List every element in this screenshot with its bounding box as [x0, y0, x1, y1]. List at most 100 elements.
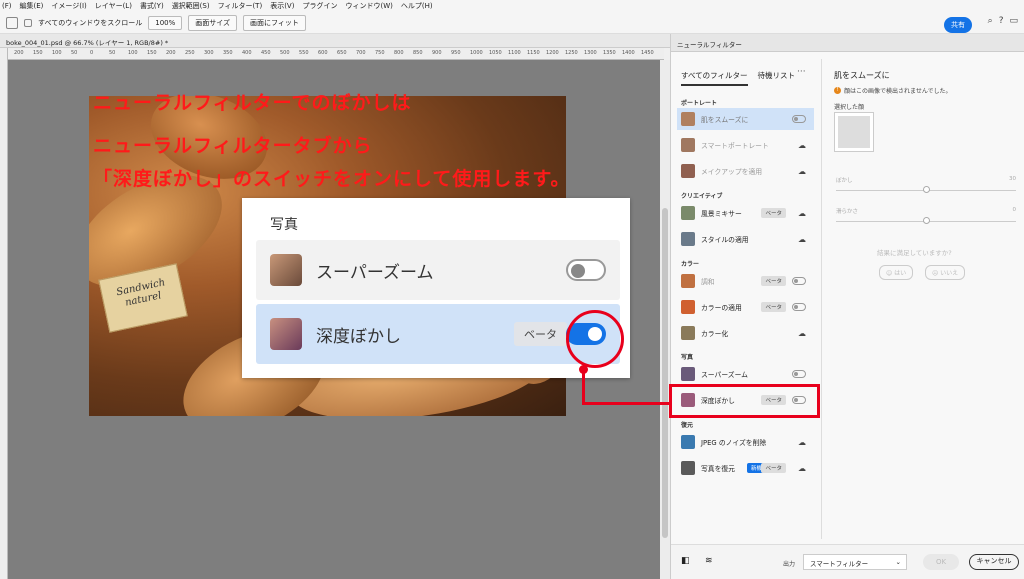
canvas-scrollbar[interactable]	[660, 60, 670, 579]
hand-tool-icon[interactable]	[6, 16, 18, 29]
scroll-all-label: すべてのウィンドウをスクロール	[38, 18, 143, 27]
filter-landscape-mixer[interactable]: 風景ミキサー ベータ ☁	[677, 202, 814, 224]
filter-label: 写真を復元	[701, 465, 735, 473]
filter-colorize[interactable]: カラー化 ☁	[677, 322, 814, 344]
cloud-download-icon[interactable]: ☁	[798, 235, 806, 244]
annotation-line-1: ニューラルフィルターでのぼかしは	[93, 92, 412, 114]
menu-item-window[interactable]: ウィンドウ(W)	[345, 1, 392, 11]
filter-label: JPEG のノイズを削除	[701, 439, 767, 447]
menu-item-layer[interactable]: レイヤー(L)	[95, 1, 132, 11]
super-zoom-toggle[interactable]	[566, 259, 606, 281]
output-value: スマートフィルター	[810, 560, 869, 568]
menu-item-filter[interactable]: フィルター(T)	[218, 1, 263, 11]
category-portrait: ポートレート	[681, 100, 718, 107]
fill-screen-button[interactable]: 画面にフィット	[243, 14, 306, 31]
landscape-thumb-icon	[681, 206, 695, 220]
menu-item-file[interactable]: (F)	[2, 2, 12, 10]
cloud-download-icon[interactable]: ☁	[798, 464, 806, 473]
beta-badge: ベータ	[761, 302, 786, 312]
filter-photo-restoration[interactable]: 写真を復元 新機 ベータ ☁	[677, 457, 814, 479]
filter-skin-smoothing[interactable]: 肌をスムーズに	[677, 108, 814, 130]
ruler-tick-label: 350	[223, 50, 233, 56]
portrait-thumb-icon	[681, 112, 695, 126]
ruler-tick-label: 250	[185, 50, 195, 56]
feedback-yes-button[interactable]: ☺ はい	[879, 265, 914, 280]
ruler-tick-label: 150	[147, 50, 157, 56]
filter-toggle[interactable]	[792, 277, 806, 285]
menu-item-select[interactable]: 選択範囲(S)	[172, 1, 210, 11]
selected-face-label: 選択した顔	[834, 104, 865, 111]
filter-jpeg-artifacts[interactable]: JPEG のノイズを削除 ☁	[677, 431, 814, 453]
feedback-no-button[interactable]: ☹ いいえ	[925, 265, 966, 280]
color-thumb-icon	[681, 274, 695, 288]
ruler-tick-label: 600	[318, 50, 328, 56]
filter-smart-portrait[interactable]: スマートポートレート ☁	[677, 134, 814, 156]
menu-item-edit[interactable]: 編集(E)	[20, 1, 44, 11]
ruler-tick-label: 1150	[527, 50, 540, 56]
filter-toggle[interactable]	[792, 115, 806, 123]
panel-tabs: すべてのフィルター 待機リスト	[681, 70, 795, 86]
ruler-tick-label: 100	[128, 50, 138, 56]
filter-toggle[interactable]	[792, 370, 806, 378]
filter-label: 調和	[701, 278, 715, 286]
help-icon[interactable]: ?	[999, 16, 1004, 26]
share-button[interactable]: 共有	[944, 17, 972, 33]
filter-harmonization[interactable]: 調和 ベータ	[677, 270, 814, 292]
zoom-100-button[interactable]: 100%	[148, 15, 183, 30]
color-thumb-icon	[681, 326, 695, 340]
category-color: カラー	[681, 261, 700, 268]
before-after-icon[interactable]: ◧	[681, 556, 690, 566]
selected-face-thumbnail[interactable]	[834, 112, 874, 152]
warning-text: 顔はこの画像で検出されませんでした。	[844, 88, 952, 95]
filter-super-zoom[interactable]: スーパーズーム	[677, 363, 814, 385]
blur-slider-handle[interactable]	[923, 186, 930, 193]
smoothness-slider-label: 滑らかさ	[836, 209, 859, 215]
menu-item-help[interactable]: ヘルプ(H)	[401, 1, 433, 11]
filter-style-transfer[interactable]: スタイルの適用 ☁	[677, 228, 814, 250]
toggle-knob	[571, 264, 585, 278]
ruler-tick-label: 0	[90, 50, 94, 56]
popup-row-super-zoom[interactable]: スーパーズーム	[256, 240, 620, 300]
ruler-tick-label: 650	[337, 50, 347, 56]
cloud-download-icon[interactable]: ☁	[798, 141, 806, 150]
filter-toggle[interactable]	[792, 303, 806, 311]
annotation-line-2: ニューラルフィルタータブから	[93, 135, 373, 157]
tab-waitlist[interactable]: 待機リスト	[758, 70, 796, 86]
filter-label: カラーの適用	[701, 304, 742, 312]
fit-screen-button[interactable]: 画面サイズ	[188, 14, 238, 31]
filter-makeup-transfer[interactable]: メイクアップを適用 ☁	[677, 160, 814, 182]
panel-footer: ◧ ≋ 出力 スマートフィルター ⌄ OK キャンセル	[671, 544, 1024, 579]
document-tab[interactable]: boke_004_01.psd @ 66.7% (レイヤー 1, RGB/8#)…	[0, 34, 670, 48]
cloud-download-icon[interactable]: ☁	[798, 329, 806, 338]
scrollbar-thumb[interactable]	[662, 208, 668, 538]
output-select[interactable]: スマートフィルター ⌄	[803, 554, 907, 570]
cancel-button[interactable]: キャンセル	[969, 554, 1019, 570]
smoothness-slider-value: 0	[1012, 207, 1017, 213]
beta-badge: ベータ	[761, 463, 786, 473]
filter-label: カラー化	[701, 330, 729, 338]
layers-icon[interactable]: ≋	[705, 556, 713, 566]
menu-item-view[interactable]: 表示(V)	[270, 1, 294, 11]
menu-item-plugins[interactable]: プラグイン	[302, 1, 337, 11]
cloud-download-icon[interactable]: ☁	[798, 209, 806, 218]
tab-all-filters[interactable]: すべてのフィルター	[681, 70, 748, 86]
filter-color-transfer[interactable]: カラーの適用 ベータ	[677, 296, 814, 318]
filter-label: スーパーズーム	[701, 371, 748, 379]
popup-row-label: 深度ぼかし	[316, 326, 401, 347]
panel-title: ニューラルフィルター	[671, 34, 1024, 52]
beta-badge: ベータ	[514, 322, 567, 346]
smoothness-slider-handle[interactable]	[923, 217, 930, 224]
search-icon[interactable]: ⌕	[988, 16, 993, 26]
ruler-tick-label: 800	[394, 50, 404, 56]
scroll-all-checkbox[interactable]	[24, 18, 32, 27]
workspace-icon[interactable]: ▭	[1009, 16, 1018, 26]
more-options-icon[interactable]: ···	[797, 67, 806, 77]
ok-button[interactable]: OK	[923, 554, 959, 570]
menu-item-type[interactable]: 書式(Y)	[140, 1, 164, 11]
menu-item-image[interactable]: イメージ(I)	[51, 1, 86, 11]
cloud-download-icon[interactable]: ☁	[798, 438, 806, 447]
ruler-tick-label: 450	[261, 50, 271, 56]
ruler-tick-label: 200	[14, 50, 24, 56]
cloud-download-icon[interactable]: ☁	[798, 167, 806, 176]
ruler-tick-label: 300	[204, 50, 214, 56]
